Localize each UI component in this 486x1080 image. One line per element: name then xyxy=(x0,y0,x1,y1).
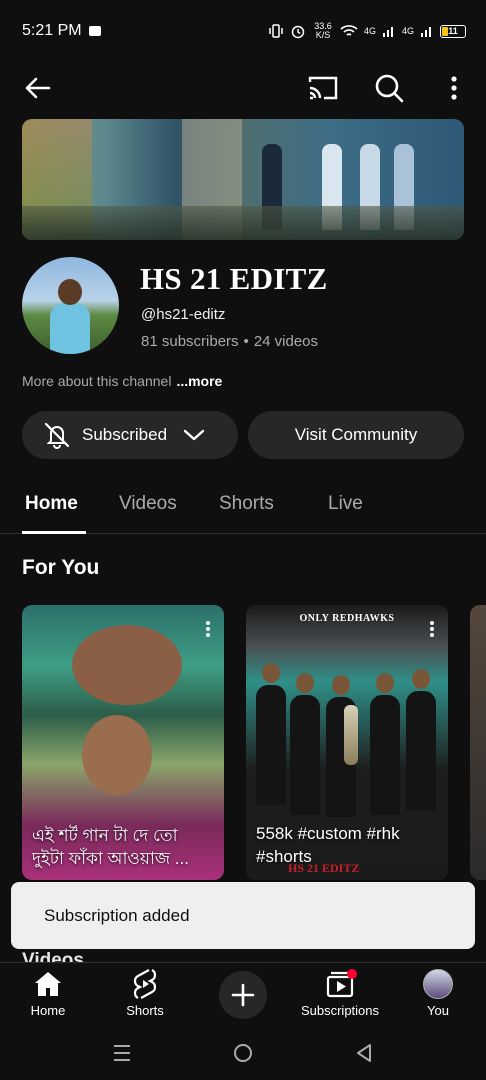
battery-icon: 11 xyxy=(440,24,466,38)
short-card-partial[interactable] xyxy=(470,605,486,880)
channel-stats: 81 subscribers • 24 videos xyxy=(141,333,318,350)
channel-about-link[interactable]: More about this channel ...more xyxy=(22,373,222,389)
back-system-button[interactable] xyxy=(353,1042,375,1064)
subscribed-button[interactable]: Subscribed xyxy=(22,411,238,459)
nav-shorts-label: Shorts xyxy=(126,1003,164,1018)
about-text: More about this channel xyxy=(22,373,172,389)
signal-icon xyxy=(382,27,393,37)
search-button[interactable] xyxy=(370,70,408,106)
home-system-button[interactable] xyxy=(232,1042,254,1064)
stats-separator: • xyxy=(243,333,249,350)
vibrate-icon xyxy=(269,24,283,38)
subscribed-label: Subscribed xyxy=(82,425,168,444)
net-speed: 33.6 K/S xyxy=(314,21,332,40)
recents-icon xyxy=(114,1045,130,1061)
bell-off-icon xyxy=(44,422,70,449)
video-count: 24 videos xyxy=(253,333,319,350)
shorts-icon xyxy=(133,969,157,999)
alarm-icon xyxy=(291,25,305,39)
active-tab-indicator xyxy=(22,531,86,534)
cast-button[interactable] xyxy=(304,70,342,106)
cast-icon xyxy=(308,76,338,100)
short-watermark: HS 21 EDITZ xyxy=(288,861,360,875)
triangle-back-icon xyxy=(357,1044,371,1062)
more-vertical-icon xyxy=(451,76,457,100)
status-time: 5:21 PM xyxy=(22,22,82,39)
nav-subscriptions[interactable]: Subscriptions xyxy=(294,969,386,1021)
signal-icon xyxy=(421,27,431,37)
visit-community-button[interactable]: Visit Community xyxy=(248,411,464,459)
tab-home[interactable]: Home xyxy=(25,493,78,515)
signal-label-1: 4G xyxy=(363,26,376,36)
tab-live[interactable]: Live xyxy=(328,493,363,515)
status-bar: 5:21 PM 33.6 K/S 4G 4G 11 xyxy=(0,0,486,62)
search-icon xyxy=(375,74,404,103)
nav-you-label: You xyxy=(427,1003,449,1018)
tab-videos[interactable]: Videos xyxy=(119,493,177,515)
snackbar: Subscription added xyxy=(11,882,475,949)
create-button[interactable] xyxy=(219,971,267,1019)
plus-icon xyxy=(231,983,255,1007)
subscriber-count: 81 subscribers xyxy=(141,333,239,350)
nav-shorts[interactable]: Shorts xyxy=(99,969,191,1021)
channel-banner xyxy=(22,119,464,240)
bottom-navigation: Home Shorts Subscriptions You xyxy=(0,962,486,1024)
channel-tabs: Home Videos Shorts Live xyxy=(0,476,486,534)
notification-dot xyxy=(347,969,357,979)
short-caption: এই শর্ট গান টা দে তো দুইটা ফাঁকা আওয়াজ … xyxy=(32,826,189,868)
home-icon xyxy=(35,972,61,996)
tab-shorts[interactable]: Shorts xyxy=(219,493,274,515)
circle-home-icon xyxy=(234,1044,252,1062)
message-notification-icon xyxy=(89,26,101,36)
battery-level: 11 xyxy=(448,25,458,36)
back-button[interactable] xyxy=(20,72,54,104)
nav-you[interactable]: You xyxy=(392,969,484,1021)
about-more-link[interactable]: ...more xyxy=(176,373,222,389)
short-more-button[interactable] xyxy=(424,619,440,639)
you-avatar xyxy=(423,969,453,999)
short-top-text: ONLY REDHAWKS xyxy=(299,613,395,624)
more-options-button[interactable] xyxy=(440,70,468,106)
nav-home-label: Home xyxy=(30,1003,66,1018)
arrow-left-icon xyxy=(25,77,51,99)
nav-subscriptions-label: Subscriptions xyxy=(300,1003,380,1018)
channel-avatar[interactable] xyxy=(22,257,119,354)
channel-name: HS 21 EDITZ xyxy=(140,261,328,296)
system-navigation-bar xyxy=(0,1024,486,1080)
channel-handle: @hs21-editz xyxy=(141,306,226,323)
short-more-button[interactable] xyxy=(200,619,216,639)
signal-label-2: 4G xyxy=(401,26,414,36)
short-card[interactable]: এই শর্ট গান টা দে তো দুইটা ফাঁকা আওয়াজ … xyxy=(22,605,224,880)
section-title: For You xyxy=(22,556,100,579)
chevron-down-icon xyxy=(183,429,205,441)
status-icons: 33.6 K/S 4G 4G 11 xyxy=(268,20,466,42)
nav-home[interactable]: Home xyxy=(2,969,94,1021)
recents-button[interactable] xyxy=(111,1042,133,1064)
short-card[interactable]: ONLY REDHAWKS 558k #custom #rhk #shorts … xyxy=(246,605,448,880)
top-app-bar xyxy=(0,62,486,114)
wifi-icon xyxy=(340,25,358,36)
